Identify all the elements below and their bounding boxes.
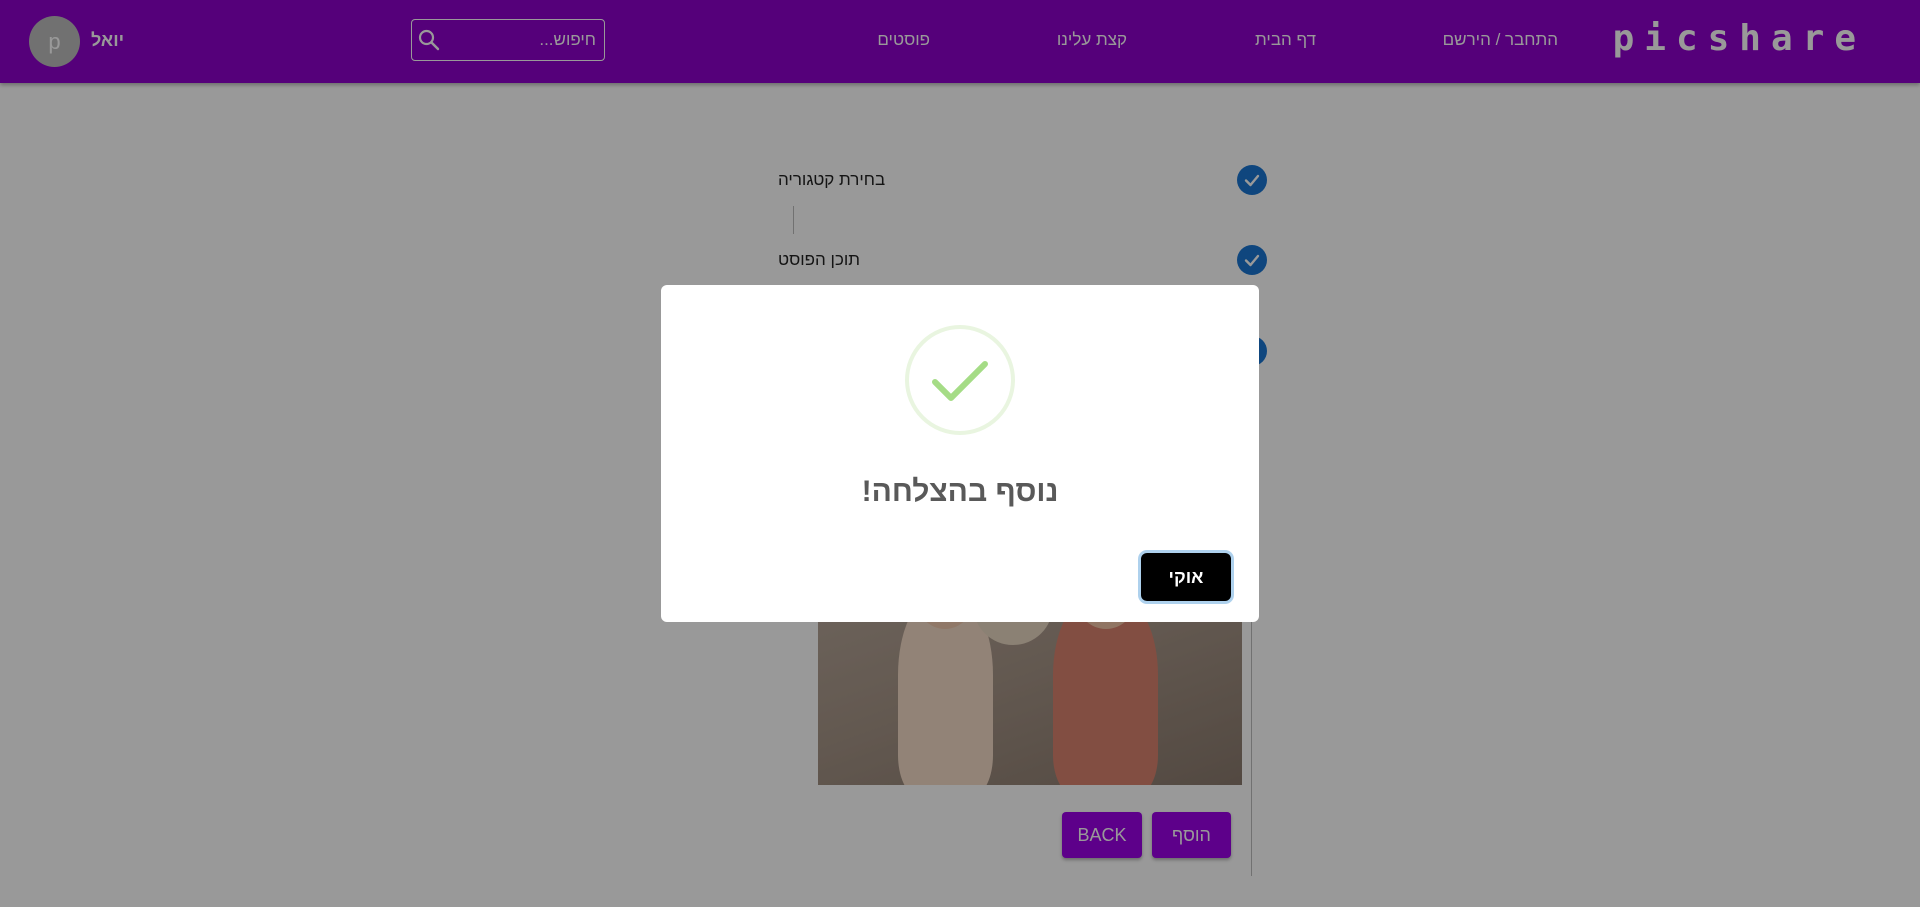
success-modal: נוסף בהצלחה! אוקי [661, 285, 1259, 622]
success-check-icon [905, 325, 1015, 435]
modal-title: נוסף בהצלחה! [861, 475, 1059, 508]
ok-button[interactable]: אוקי [1141, 553, 1231, 601]
